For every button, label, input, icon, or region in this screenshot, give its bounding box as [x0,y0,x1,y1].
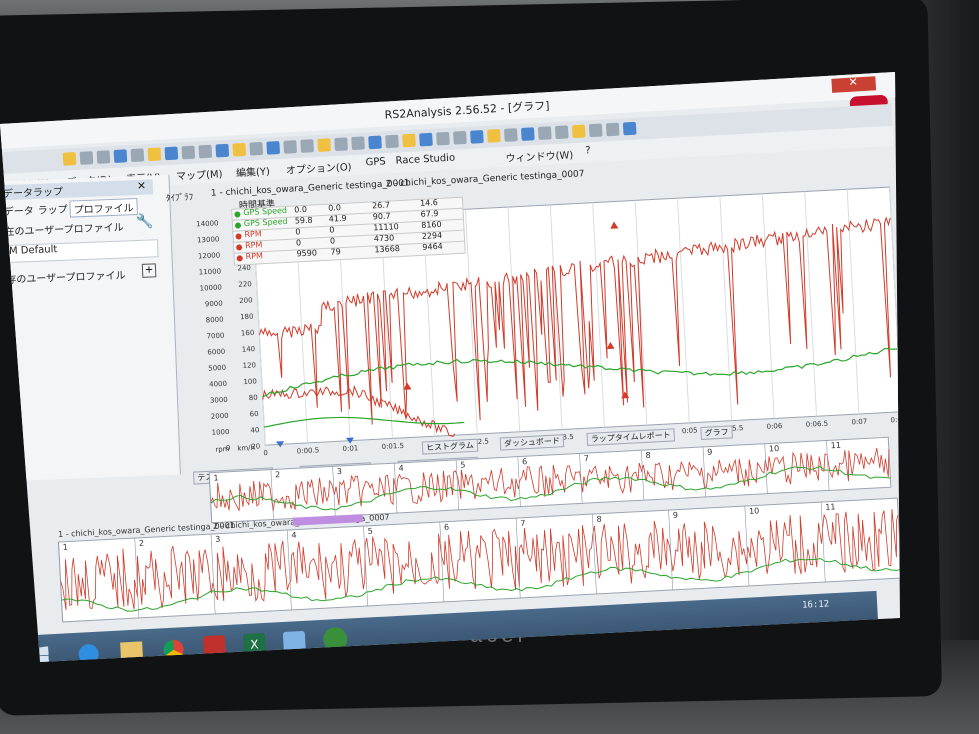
lap-number: 9 [707,447,713,456]
lap-number: 8 [596,515,602,524]
lap-number: 3 [215,535,221,544]
lap-number: 4 [291,531,297,540]
lap-number: 6 [444,523,450,532]
lap-number: 11 [831,441,842,451]
lap-number: 11 [825,502,836,512]
lap-number: 6 [522,457,528,466]
lap-number: 3 [337,467,343,476]
lap-number: 10 [769,444,780,454]
lap-number: 2 [139,539,145,548]
lap-number: 2 [275,470,281,479]
tray-time: 16:12 [801,599,830,611]
lap-number: 10 [749,506,760,516]
lap-number: 4 [398,464,404,473]
lap-number: 7 [584,454,590,463]
lap-number: 1 [63,543,69,552]
lap-number: 5 [368,527,374,536]
lap-number: 1 [213,473,219,482]
lap-number: 9 [673,511,679,520]
lap-number: 7 [520,519,526,528]
lap-number: 8 [645,451,651,460]
lap-number: 5 [460,460,466,469]
